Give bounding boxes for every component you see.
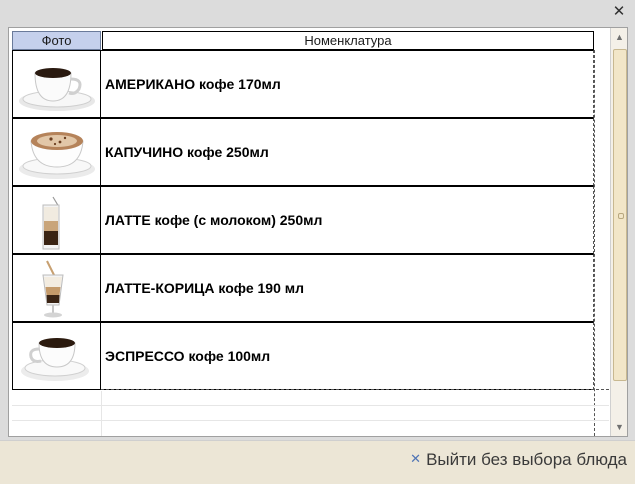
scroll-down-icon[interactable]: ▼ xyxy=(611,419,627,435)
coffee-cup-americano-photo xyxy=(12,50,101,118)
scrollbar-thumb[interactable] xyxy=(613,49,627,381)
table-row[interactable]: КАПУЧИНО кофе 250мл xyxy=(12,118,594,186)
grid-divider xyxy=(101,391,102,436)
dish-selection-table: Фото Номенклатура АМЕРИКАНО кофе 170мл К… xyxy=(8,27,628,437)
espresso-cup-photo xyxy=(12,322,101,390)
dish-name: ЛАТТЕ-КОРИЦА кофе 190 мл xyxy=(101,254,594,322)
column-header-name[interactable]: Номенклатура xyxy=(102,31,594,50)
dish-name: АМЕРИКАНО кофе 170мл xyxy=(101,50,594,118)
latte-glass-photo xyxy=(12,186,101,254)
vertical-scrollbar[interactable]: ▲ ▼ xyxy=(610,28,627,436)
column-header-photo[interactable]: Фото xyxy=(12,31,101,50)
cappuccino-cup-photo xyxy=(12,118,101,186)
footer-bar: ✕ Выйти без выбора блюда xyxy=(0,440,635,484)
grid-divider xyxy=(101,389,609,390)
dish-name: ЭСПРЕССО кофе 100мл xyxy=(101,322,594,390)
close-icon[interactable]: ✕ xyxy=(611,2,627,20)
exit-button-label: Выйти без выбора блюда xyxy=(426,450,627,469)
grid-divider xyxy=(594,50,595,436)
table-row[interactable]: ЛАТТЕ кофе (с молоком) 250мл xyxy=(12,186,594,254)
title-bar: ✕ xyxy=(0,0,635,24)
grip-icon xyxy=(618,213,624,219)
table-row[interactable]: АМЕРИКАНО кофе 170мл xyxy=(12,50,594,118)
latte-cinnamon-glass-photo xyxy=(12,254,101,322)
scroll-up-icon[interactable]: ▲ xyxy=(611,29,627,45)
table-row[interactable]: ЭСПРЕССО кофе 100мл xyxy=(12,322,594,390)
table-body: Фото Номенклатура АМЕРИКАНО кофе 170мл К… xyxy=(9,28,609,436)
dish-name: КАПУЧИНО кофе 250мл xyxy=(101,118,594,186)
table-row[interactable]: ЛАТТЕ-КОРИЦА кофе 190 мл xyxy=(12,254,594,322)
exit-without-selection-button[interactable]: ✕ Выйти без выбора блюда xyxy=(410,449,627,471)
x-icon: ✕ xyxy=(410,452,421,467)
dish-name: ЛАТТЕ кофе (с молоком) 250мл xyxy=(101,186,594,254)
